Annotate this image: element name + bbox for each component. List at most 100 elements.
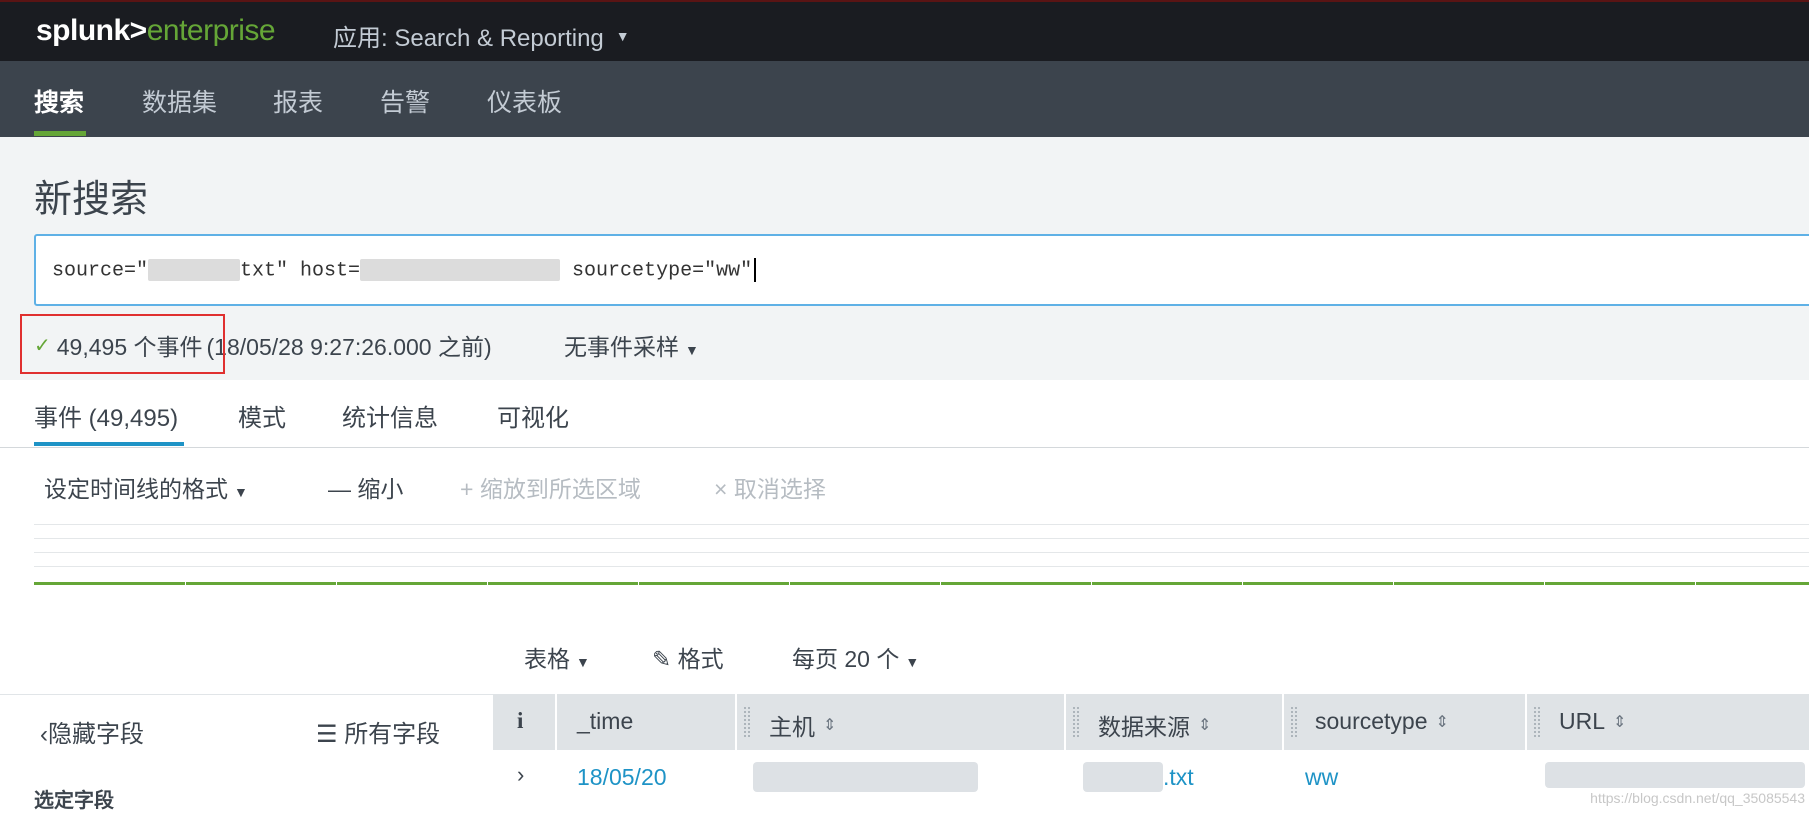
nav-item-dashboards[interactable]: 仪表板 <box>487 83 562 119</box>
nav-item-alerts[interactable]: 告警 <box>380 83 430 119</box>
format-timeline-label: 设定时间线的格式 <box>44 476 228 502</box>
timeline-gridline <box>34 524 1809 525</box>
column-drag-handle[interactable] <box>743 706 751 738</box>
timeline-tick <box>638 580 639 586</box>
query-part-2: txt" host= <box>240 259 361 283</box>
column-separator <box>555 694 557 750</box>
timeline-tick <box>1091 580 1092 586</box>
column-header-host[interactable]: 主机 ⇕ <box>769 708 836 742</box>
event-source[interactable]: .txt <box>1163 764 1194 791</box>
hide-fields-button[interactable]: ‹隐藏字段 <box>40 714 144 749</box>
sort-icon: ⇕ <box>1613 713 1627 731</box>
sort-icon: ⇕ <box>1435 713 1449 731</box>
watermark: https://blog.csdn.net/qq_35085543 <box>1590 790 1805 806</box>
sort-icon: ⇕ <box>1198 717 1212 734</box>
timeline-gridline <box>34 566 1809 567</box>
column-header-time[interactable]: _time <box>577 708 633 735</box>
chevron-left-icon: ‹ <box>40 721 48 748</box>
tab-patterns[interactable]: 模式 <box>238 398 286 433</box>
nav-item-datasets[interactable]: 数据集 <box>142 83 217 119</box>
view-label: 表格 <box>524 646 570 672</box>
column-separator <box>1282 694 1284 750</box>
timeline-tick <box>940 580 941 586</box>
timeline-tick <box>185 580 186 586</box>
sampling-label: 无事件采样 <box>564 334 679 360</box>
chevron-down-icon: ▼ <box>685 342 699 358</box>
column-drag-handle[interactable] <box>1072 706 1080 738</box>
search-query[interactable]: source=" txt" host= sourcetype="ww" <box>52 258 757 283</box>
query-part-3: sourcetype="ww" <box>560 259 753 283</box>
deselect-button[interactable]: × 取消选择 <box>714 470 826 504</box>
tab-statistics[interactable]: 统计信息 <box>342 398 438 433</box>
tab-visualization[interactable]: 可视化 <box>497 398 569 433</box>
info-column-header: i <box>517 708 524 733</box>
search-input[interactable]: source=" txt" host= sourcetype="ww" <box>34 234 1809 306</box>
column-separator <box>1525 694 1527 750</box>
zoom-out-button[interactable]: — 缩小 <box>328 470 403 504</box>
nav-item-reports[interactable]: 报表 <box>273 83 323 119</box>
event-sourcetype[interactable]: ww <box>1305 764 1338 791</box>
text-cursor <box>754 258 757 282</box>
column-drag-handle[interactable] <box>1290 706 1298 738</box>
per-page-label: 每页 20 个 <box>792 646 900 672</box>
chevron-down-icon: ▼ <box>576 654 590 670</box>
column-drag-handle[interactable] <box>1533 706 1541 738</box>
column-label: sourcetype <box>1315 708 1428 734</box>
timeline-tick <box>1695 580 1696 586</box>
nav-item-search[interactable]: 搜索 <box>34 83 84 119</box>
timeline-gridline <box>34 538 1809 539</box>
nav-bar: 搜索 数据集 报表 告警 仪表板 <box>0 61 1809 137</box>
redacted-source <box>1083 762 1163 792</box>
timeline-tick <box>789 580 790 586</box>
view-dropdown[interactable]: 表格 ▼ <box>524 640 590 674</box>
column-separator <box>1064 694 1066 750</box>
column-header-source[interactable]: 数据来源 ⇕ <box>1098 708 1211 742</box>
column-label: URL <box>1559 708 1606 734</box>
hide-fields-label: 隐藏字段 <box>48 721 144 748</box>
column-header-sourcetype[interactable]: sourcetype ⇕ <box>1315 708 1449 735</box>
timeline-bar[interactable] <box>34 582 1809 585</box>
results-tabs: 事件 (49,495) 模式 统计信息 可视化 <box>0 380 1809 448</box>
timeline-tick <box>1393 580 1394 586</box>
list-icon: ☰ <box>316 721 338 748</box>
column-separator <box>735 694 737 750</box>
format-label: 格式 <box>677 646 724 672</box>
all-fields-label: 所有字段 <box>344 721 441 748</box>
redacted-url <box>1545 762 1805 788</box>
format-button[interactable]: ✎ 格式 <box>652 640 724 674</box>
search-timestamp: (18/05/28 9:27:26.000 之前) <box>206 334 492 360</box>
chevron-down-icon: ▼ <box>905 654 920 670</box>
timeline-tick <box>487 580 488 586</box>
expand-row-icon[interactable]: › <box>517 762 524 788</box>
pencil-icon: ✎ <box>652 646 672 672</box>
column-label: _time <box>577 708 634 734</box>
timeline-tick <box>1544 580 1545 586</box>
query-part-1: source=" <box>52 259 149 283</box>
all-fields-button[interactable]: ☰ 所有字段 <box>316 714 440 749</box>
app-bar: splunk>enterprise 应用: Search & Reporting… <box>0 0 1809 61</box>
chevron-down-icon: ▼ <box>234 484 248 500</box>
zoom-to-selection-button[interactable]: + 缩放到所选区域 <box>460 470 641 504</box>
sampling-dropdown[interactable]: 无事件采样 ▼ <box>564 328 699 362</box>
redacted-host <box>753 762 978 792</box>
logo-secondary: enterprise <box>146 14 276 47</box>
per-page-dropdown[interactable]: 每页 20 个 ▼ <box>792 640 919 674</box>
chevron-down-icon: ▼ <box>615 27 630 44</box>
tab-events[interactable]: 事件 (49,495) <box>34 398 178 433</box>
column-label: 数据来源 <box>1098 714 1190 740</box>
timeline-tick <box>1242 580 1243 586</box>
annotation-highlight-box <box>20 314 225 374</box>
redacted-text <box>360 259 561 281</box>
logo-primary: splunk> <box>36 14 147 47</box>
events-table-header: i _time 主机 ⇕ 数据来源 ⇕ sourcetype ⇕ URL ⇕ <box>493 694 1809 750</box>
selected-fields-heading: 选定字段 <box>34 790 114 812</box>
event-time[interactable]: 18/05/20 <box>577 764 667 791</box>
nav-active-indicator <box>34 131 86 136</box>
column-label: 主机 <box>769 714 815 740</box>
splunk-logo[interactable]: splunk>enterprise <box>36 14 276 48</box>
format-timeline-dropdown[interactable]: 设定时间线的格式 ▼ <box>44 470 248 504</box>
column-header-url[interactable]: URL ⇕ <box>1559 708 1626 735</box>
tab-active-indicator <box>34 442 184 446</box>
timeline-gridline <box>34 552 1809 553</box>
app-menu[interactable]: 应用: Search & Reporting ▼ <box>333 18 630 53</box>
